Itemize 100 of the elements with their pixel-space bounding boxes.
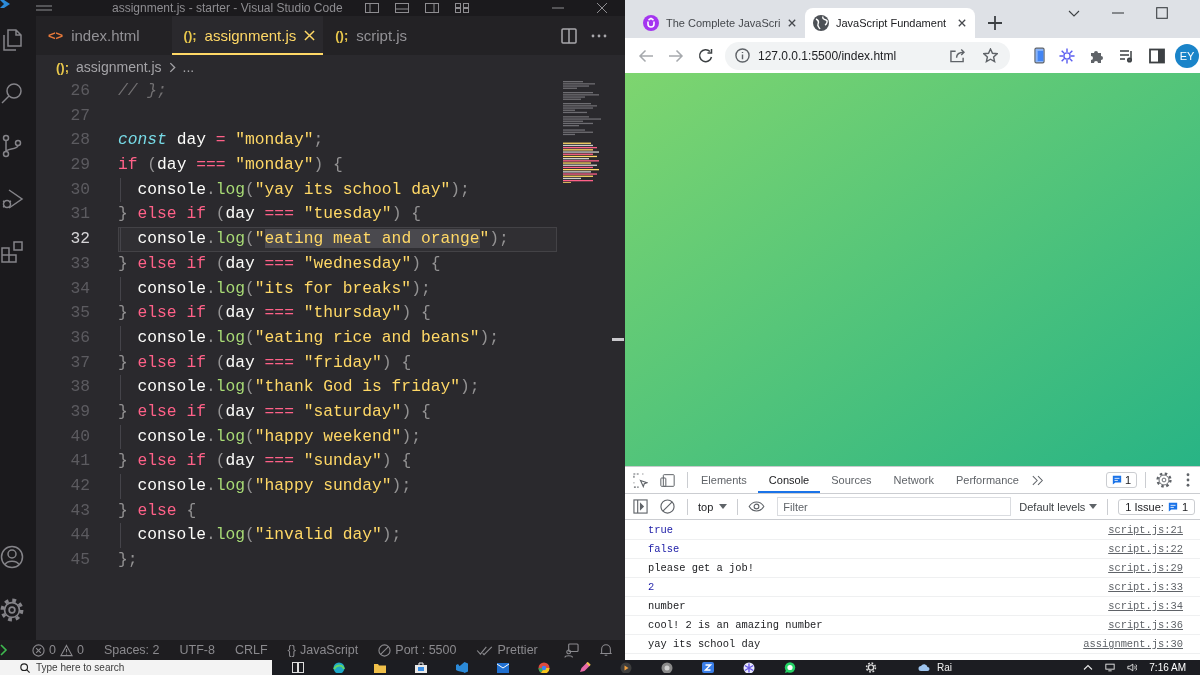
- status-item[interactable]: Port : 5500: [378, 643, 457, 657]
- chevron-up-icon[interactable]: [1083, 663, 1094, 672]
- breadcrumb-item[interactable]: assignment.js: [76, 59, 162, 75]
- play-icon[interactable]: [620, 662, 632, 673]
- circle-app-icon[interactable]: [661, 662, 673, 673]
- split-layout-icon[interactable]: [424, 3, 439, 13]
- reload-icon[interactable]: [698, 47, 714, 64]
- source-link[interactable]: script.js:36: [1108, 619, 1183, 631]
- run-debug-icon[interactable]: [0, 187, 24, 211]
- devtools-tab[interactable]: Elements: [690, 467, 758, 493]
- overview-ruler-mark: [612, 338, 624, 341]
- star-icon[interactable]: [983, 48, 998, 63]
- code-line: console.log("happy weekend");: [136, 425, 421, 448]
- close-icon[interactable]: [958, 19, 966, 27]
- source-link[interactable]: script.js:21: [1108, 524, 1183, 536]
- code-editor-icon[interactable]: [456, 662, 468, 673]
- search-field[interactable]: Type here to search: [0, 660, 272, 675]
- bell-icon[interactable]: [598, 643, 613, 657]
- info-icon: [735, 48, 750, 63]
- more-actions-icon[interactable]: [591, 33, 607, 38]
- feedback-icon[interactable]: [563, 642, 579, 658]
- devtools-tab[interactable]: Network: [882, 467, 945, 493]
- source-link[interactable]: script.js:22: [1108, 543, 1183, 555]
- status-item[interactable]: CRLF: [234, 643, 268, 657]
- browser-tab[interactable]: JavaScript Fundament: [805, 8, 975, 38]
- address-bar[interactable]: 127.0.0.1:5500/index.html: [725, 41, 1010, 70]
- kebab-menu-icon[interactable]: [1186, 473, 1190, 487]
- globe-icon: [813, 15, 829, 31]
- browser-tab[interactable]: The Complete JavaScri: [635, 8, 805, 38]
- devtools-tab[interactable]: Performance: [944, 467, 1030, 493]
- extensions-icon[interactable]: [0, 240, 24, 264]
- editor-tab[interactable]: (); script.js: [323, 16, 440, 55]
- source-link[interactable]: script.js:29: [1108, 562, 1183, 574]
- envelope-icon[interactable]: [497, 662, 509, 673]
- device-icon[interactable]: [660, 472, 675, 488]
- status-item[interactable]: UTF-8: [179, 643, 215, 657]
- folder-icon[interactable]: [374, 662, 386, 673]
- account-icon[interactable]: [0, 545, 24, 569]
- close-icon[interactable]: [596, 2, 608, 14]
- source-control-icon[interactable]: [0, 134, 24, 158]
- editor-tab[interactable]: <> index.html: [36, 16, 172, 55]
- status-item[interactable]: {} JavaScript: [287, 643, 359, 657]
- source-link[interactable]: script.js:34: [1108, 600, 1183, 612]
- profile-avatar[interactable]: EY: [1175, 43, 1199, 68]
- split-editor-icon[interactable]: [561, 27, 577, 44]
- pencil-icon[interactable]: [579, 662, 591, 673]
- square-app-icon[interactable]: [702, 662, 714, 673]
- sidebar-layout-icon[interactable]: [364, 3, 379, 13]
- source-link[interactable]: assignment.js:30: [1083, 638, 1183, 650]
- new-tab-icon[interactable]: [988, 16, 1002, 30]
- settings-icon[interactable]: [0, 598, 24, 622]
- shopping-bag-icon[interactable]: [415, 662, 427, 673]
- editor-tab[interactable]: (); assignment.js: [171, 16, 324, 55]
- task-view-icon[interactable]: [292, 662, 304, 673]
- source-link[interactable]: script.js:33: [1108, 581, 1183, 593]
- chat-bubble-icon[interactable]: [784, 662, 796, 673]
- close-icon[interactable]: [788, 19, 796, 27]
- eye-icon[interactable]: [748, 501, 766, 512]
- maximize-icon[interactable]: [1156, 7, 1168, 19]
- code-line: } else if (day === "wednesday") {: [118, 252, 441, 275]
- settings-icon[interactable]: [1156, 472, 1172, 488]
- issues-button[interactable]: 1 Issue: 1: [1118, 498, 1195, 515]
- clock-time[interactable]: 7:16 AM: [1149, 662, 1186, 673]
- console-message: yay its school day: [648, 638, 761, 650]
- window-title: assignment.js - starter - Visual Studio Code: [112, 1, 343, 15]
- sun-icon[interactable]: [1059, 47, 1075, 64]
- phone-icon[interactable]: [1034, 47, 1045, 64]
- filter-field[interactable]: Filter: [777, 497, 1012, 516]
- side-panel-icon[interactable]: [1149, 47, 1165, 64]
- wave-circle-icon[interactable]: [333, 662, 345, 673]
- code-line: console.log("happy sunday");: [136, 475, 412, 497]
- status-item[interactable]: Prettier: [476, 643, 538, 657]
- share-icon[interactable]: [950, 48, 965, 63]
- breadcrumb-item[interactable]: ...: [182, 59, 195, 75]
- chevron-double-icon[interactable]: [1031, 474, 1044, 486]
- message-icon: [1167, 501, 1178, 512]
- playlist-icon[interactable]: [1119, 47, 1135, 64]
- files-icon[interactable]: [0, 28, 24, 52]
- weather-text[interactable]: Rai: [937, 662, 952, 673]
- status-item[interactable]: Spaces: 2: [103, 643, 160, 657]
- devtools-tab[interactable]: Sources: [820, 467, 883, 493]
- context-dropdown[interactable]: top: [698, 500, 728, 513]
- search-icon[interactable]: [0, 81, 24, 105]
- levels-dropdown[interactable]: Default levels: [1019, 500, 1098, 513]
- browser-icon[interactable]: [538, 662, 550, 673]
- devtools-tab[interactable]: Console: [757, 467, 821, 493]
- remote-icon[interactable]: [0, 644, 8, 656]
- speaker-icon[interactable]: [1127, 663, 1138, 672]
- sidebar-toggle-icon[interactable]: [633, 499, 648, 514]
- issues-badge[interactable]: 1: [1105, 472, 1137, 488]
- monitor-icon[interactable]: [1105, 663, 1116, 672]
- chevron-down-icon[interactable]: [1068, 10, 1080, 17]
- asterisk-icon[interactable]: [743, 662, 755, 673]
- inspect-icon[interactable]: [633, 472, 648, 488]
- panel-layout-icon[interactable]: [394, 3, 409, 13]
- clear-console-icon[interactable]: [660, 499, 675, 514]
- layout-grid-icon[interactable]: [454, 3, 469, 13]
- problems-status[interactable]: 0 0: [32, 643, 84, 657]
- console-message: cool! 2 is an amazing number: [648, 619, 823, 631]
- gear-icon[interactable]: [865, 662, 877, 673]
